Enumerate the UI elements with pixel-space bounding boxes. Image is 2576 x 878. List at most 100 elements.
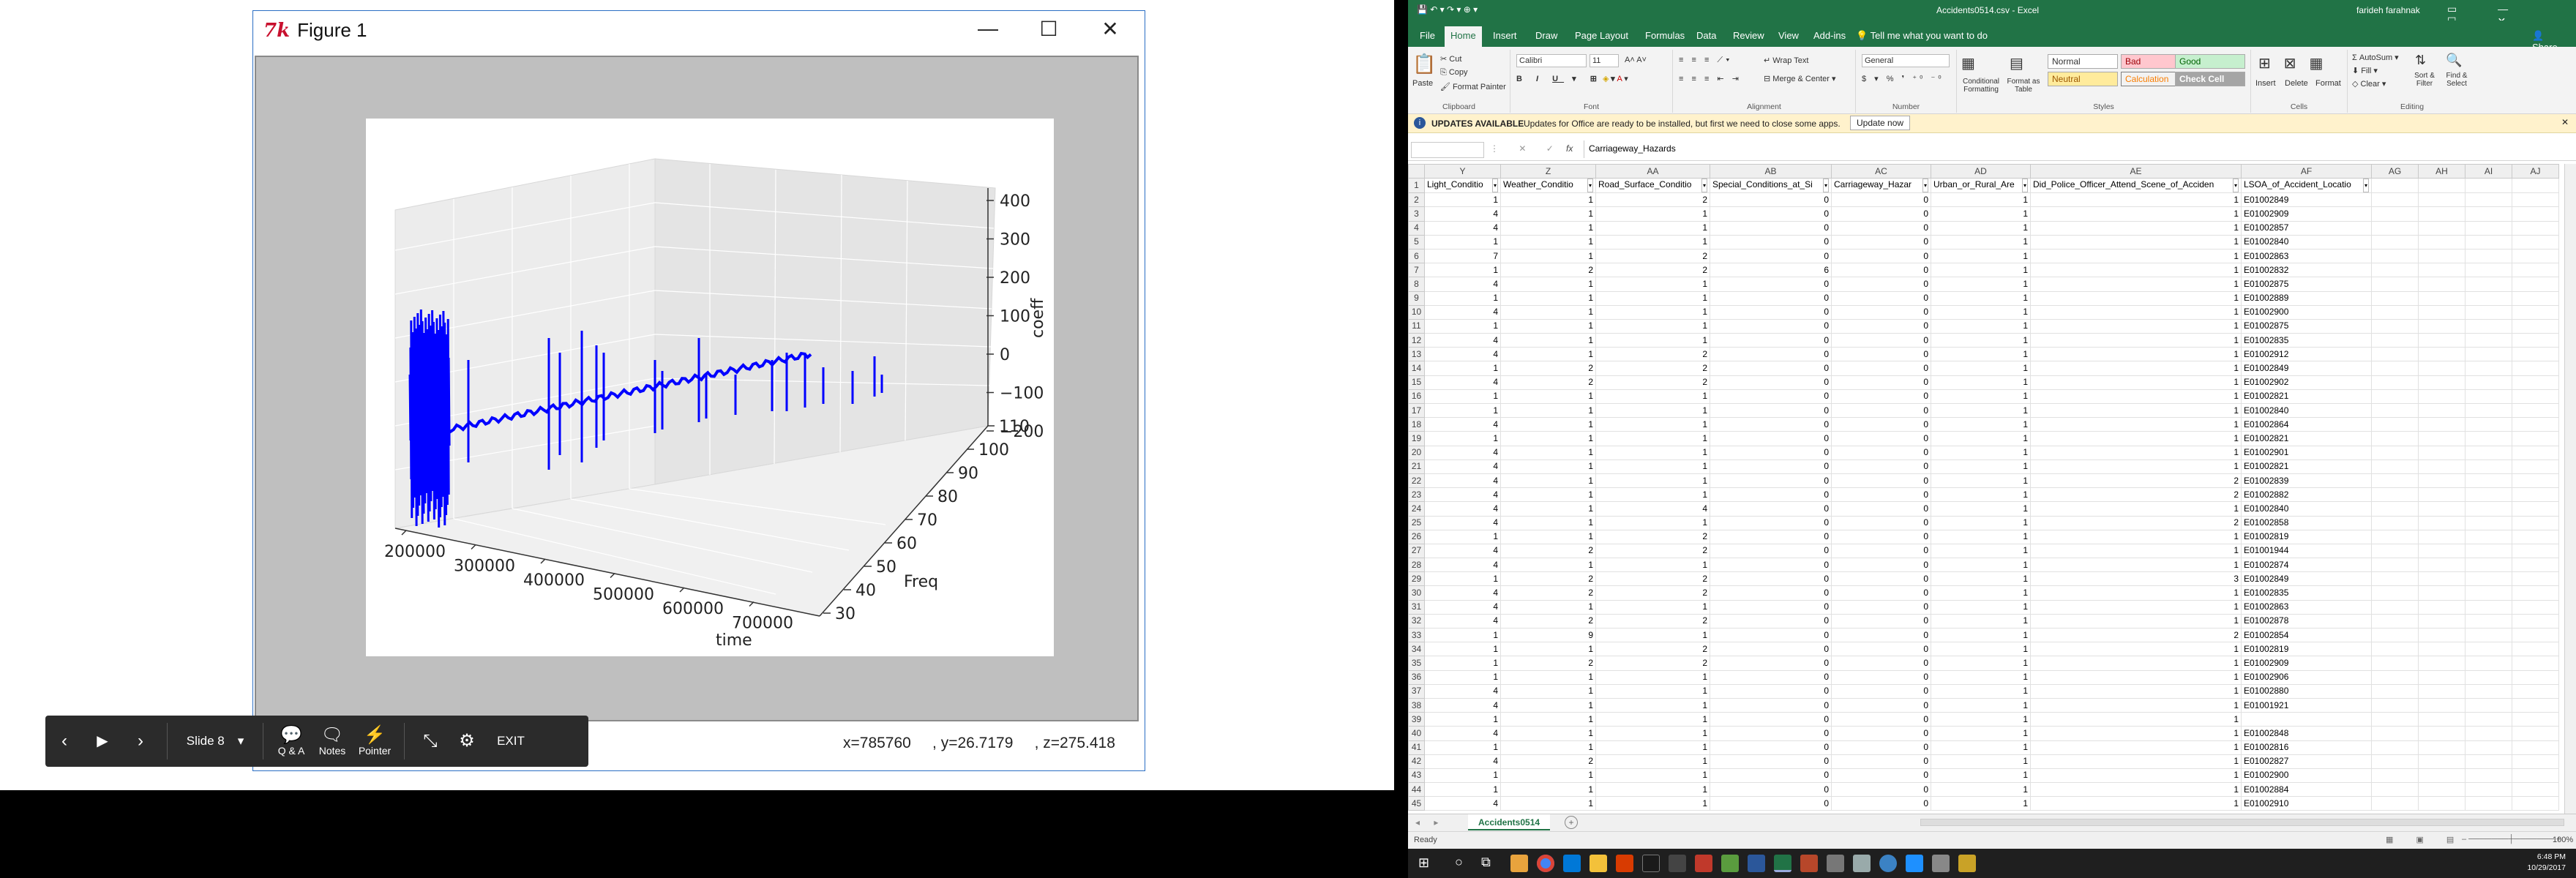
empty-cell[interactable] (2465, 206, 2512, 222)
empty-cell[interactable] (2512, 248, 2559, 264)
table-cell[interactable]: 0 (1831, 740, 1931, 755)
empty-cell[interactable] (2512, 768, 2559, 784)
empty-cell[interactable] (2371, 571, 2419, 587)
table-cell[interactable]: E01002854 (2241, 627, 2372, 643)
empty-cell[interactable] (2512, 740, 2559, 755)
table-cell[interactable]: E01002835 (2241, 333, 2372, 348)
empty-cell[interactable] (2418, 248, 2465, 264)
empty-cell[interactable] (2418, 347, 2465, 362)
file-explorer-icon[interactable] (1590, 855, 1607, 872)
table-cell[interactable]: 0 (1710, 740, 1832, 755)
fx-icon[interactable]: fx (1566, 143, 1573, 154)
table-cell[interactable]: 4 (1424, 543, 1501, 559)
empty-cell[interactable] (2465, 712, 2512, 727)
empty-cell[interactable] (2512, 445, 2559, 460)
table-cell[interactable]: 1 (1931, 726, 2031, 741)
table-cell[interactable]: 1 (2030, 333, 2242, 348)
empty-cell[interactable] (2512, 347, 2559, 362)
empty-cell[interactable] (2512, 389, 2559, 405)
empty-cell[interactable] (2418, 304, 2465, 320)
minimize-button[interactable]: — (962, 13, 1014, 44)
empty-cell[interactable] (2512, 669, 2559, 685)
table-cell[interactable]: 4 (1424, 515, 1501, 530)
table-cell[interactable]: 1 (2030, 697, 2242, 713)
formula-input[interactable]: Carriageway_Hazards (1584, 140, 2572, 158)
table-cell[interactable]: E01002821 (2241, 459, 2372, 474)
select-all-corner[interactable] (1408, 164, 1425, 179)
table-cell[interactable]: 2 (2030, 515, 2242, 530)
table-cell[interactable]: 1 (1595, 697, 1710, 713)
empty-cell[interactable] (2371, 796, 2419, 811)
table-cell[interactable]: 0 (1710, 501, 1832, 517)
insert-cells-button[interactable]: Insert (2255, 79, 2276, 88)
table-cell[interactable]: 0 (1831, 192, 1931, 208)
table-cell[interactable]: 0 (1710, 220, 1832, 236)
table-cell[interactable]: 4 (1424, 304, 1501, 320)
row-header[interactable]: 3 (1408, 206, 1425, 222)
table-cell[interactable]: 4 (1424, 599, 1501, 615)
table-cell[interactable]: E01001944 (2241, 543, 2372, 559)
table-cell[interactable]: 1 (1500, 248, 1596, 264)
empty-cell[interactable] (2465, 656, 2512, 671)
python-idle-icon[interactable] (1510, 855, 1528, 872)
table-cell[interactable]: 2 (1595, 529, 1710, 544)
zoom-level[interactable]: 100% (2553, 836, 2573, 844)
empty-cell[interactable] (2512, 683, 2559, 699)
table-cell[interactable]: E01002840 (2241, 402, 2372, 419)
row-header[interactable]: 25 (1408, 515, 1425, 530)
field-header-cell[interactable]: Road_Surface_Conditio ▾ (1595, 178, 1710, 194)
table-cell[interactable]: E01002875 (2241, 318, 2372, 334)
table-cell[interactable]: 0 (1710, 683, 1832, 699)
style-good[interactable]: Good (2175, 54, 2245, 69)
horizontal-align-buttons[interactable]: ≡ ≡ ≡ ⇤ ⇥ (1679, 74, 1742, 83)
table-cell[interactable]: 1 (2030, 543, 2242, 559)
empty-cell[interactable] (2418, 318, 2465, 334)
table-cell[interactable]: 1 (1424, 290, 1501, 306)
table-cell[interactable]: 1 (1931, 347, 2031, 362)
empty-cell[interactable] (2512, 515, 2559, 530)
table-cell[interactable]: 0 (1710, 585, 1832, 601)
powerpoint-icon[interactable] (1695, 855, 1712, 872)
table-cell[interactable]: 0 (1831, 543, 1931, 559)
table-cell[interactable]: 2 (2030, 627, 2242, 643)
empty-cell[interactable] (2465, 318, 2512, 334)
table-cell[interactable]: 0 (1710, 206, 1832, 222)
table-cell[interactable]: 1 (1595, 768, 1710, 784)
table-cell[interactable]: 0 (1710, 642, 1832, 657)
row-header[interactable]: 7 (1408, 263, 1425, 278)
table-cell[interactable]: 1 (2030, 459, 2242, 474)
table-cell[interactable]: 6 (1710, 263, 1832, 278)
font-size-select[interactable]: 11 (1590, 54, 1619, 67)
table-cell[interactable]: 1 (1931, 558, 2031, 573)
table-cell[interactable]: 1 (2030, 642, 2242, 657)
row-header[interactable]: 16 (1408, 389, 1425, 405)
table-cell[interactable]: 2 (1595, 585, 1710, 601)
empty-cell[interactable] (2418, 697, 2465, 713)
table-cell[interactable]: 0 (1831, 277, 1931, 292)
table-cell[interactable]: 0 (1710, 697, 1832, 713)
table-cell[interactable]: E01002880 (2241, 683, 2372, 699)
empty-cell[interactable] (2465, 697, 2512, 713)
table-cell[interactable]: 0 (1831, 206, 1931, 222)
empty-cell[interactable] (2371, 726, 2419, 741)
table-cell[interactable]: 1 (1595, 234, 1710, 249)
empty-cell[interactable] (2418, 234, 2465, 249)
row-header[interactable]: 31 (1408, 599, 1425, 615)
row-header[interactable]: 43 (1408, 768, 1425, 784)
table-cell[interactable]: 0 (1710, 782, 1832, 798)
row-header[interactable]: 40 (1408, 726, 1425, 741)
cut-button[interactable]: ✂ Cut (1440, 54, 1461, 64)
name-box[interactable] (1411, 142, 1484, 158)
copy-button[interactable]: ⎘ Copy (1440, 68, 1468, 78)
paste-button[interactable]: Paste (1412, 79, 1433, 88)
empty-cell[interactable] (2512, 543, 2559, 559)
table-cell[interactable]: 1 (1931, 206, 2031, 222)
system-clock[interactable]: 6:48 PM 10/29/2017 (2527, 852, 2566, 874)
empty-cell[interactable] (2371, 627, 2419, 643)
empty-cell[interactable] (2371, 347, 2419, 362)
style-neutral[interactable]: Neutral (2048, 72, 2118, 86)
empty-cell[interactable] (2512, 206, 2559, 222)
table-cell[interactable]: 0 (1831, 263, 1931, 278)
table-cell[interactable]: 0 (1831, 347, 1931, 362)
number-format-select[interactable]: General (1862, 54, 1950, 67)
